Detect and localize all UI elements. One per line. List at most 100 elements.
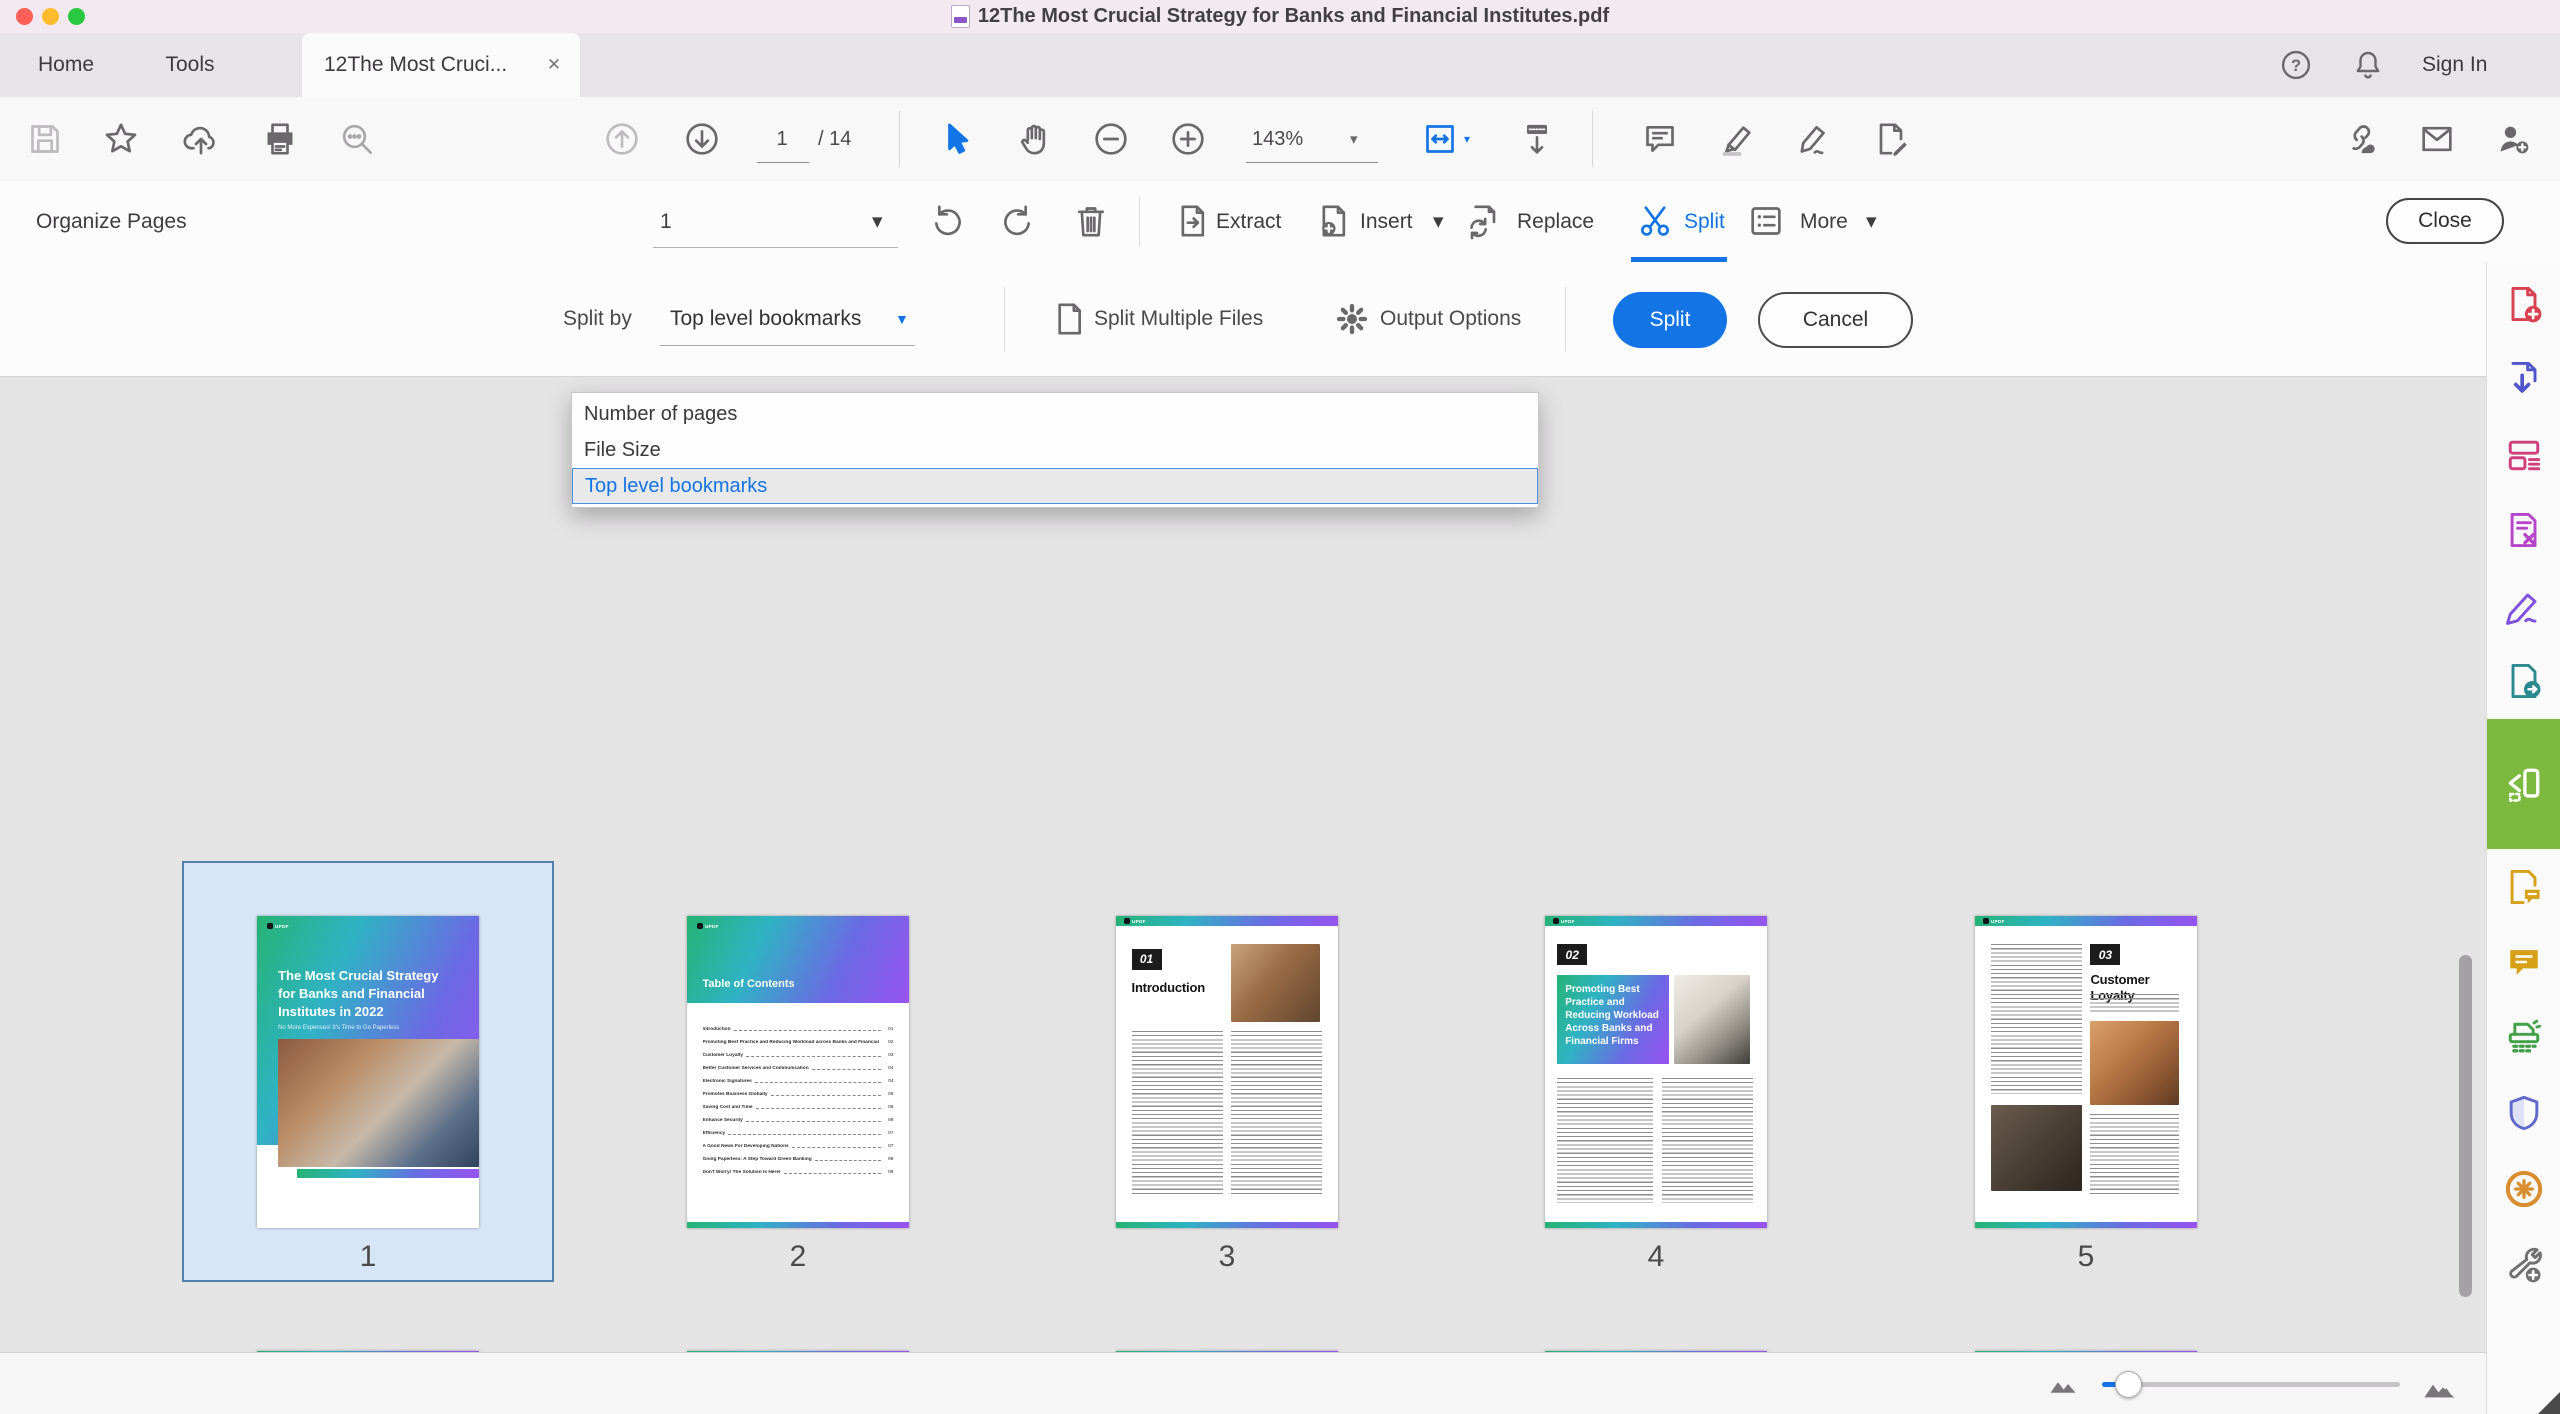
previous-page-icon[interactable] <box>602 119 642 159</box>
edit-page-icon[interactable] <box>1871 119 1911 159</box>
page-number-input[interactable]: 1 <box>762 97 802 181</box>
favorite-icon[interactable] <box>101 119 141 159</box>
help-icon[interactable]: ? <box>2278 47 2314 83</box>
insert-icon[interactable] <box>1313 201 1353 241</box>
extract-icon[interactable] <box>1172 201 1212 241</box>
protect-icon <box>2502 1091 2546 1135</box>
zoom-in-icon[interactable] <box>1168 119 1208 159</box>
zoom-caret-icon[interactable]: ▾ <box>1350 97 1358 181</box>
tab-home[interactable]: Home <box>24 33 108 97</box>
split-by-select-caret-icon[interactable]: ▼ <box>895 262 909 376</box>
split-by-select[interactable]: Top level bookmarks <box>670 262 861 376</box>
split-multiple-files-icon[interactable] <box>1048 299 1088 339</box>
split-tab[interactable]: Split <box>1684 181 1725 262</box>
sidebar-tool-share-pdf[interactable] <box>2487 644 2560 720</box>
hand-tool-icon[interactable] <box>1014 119 1054 159</box>
zoom-window-button[interactable] <box>68 8 85 25</box>
thumbnail-smaller-icon[interactable] <box>2048 1369 2078 1399</box>
comment-tool-icon[interactable] <box>1640 119 1680 159</box>
split-confirm-button[interactable]: Split <box>1613 292 1727 348</box>
cancel-button[interactable]: Cancel <box>1758 292 1913 348</box>
page-range-caret-icon[interactable]: ▾ <box>872 181 883 262</box>
split-tool-icon[interactable] <box>1635 201 1675 241</box>
fit-width-caret-icon[interactable]: ▾ <box>1464 97 1470 181</box>
dropdown-option[interactable]: Number of pages <box>572 396 1538 432</box>
email-icon[interactable] <box>2417 119 2457 159</box>
save-icon[interactable] <box>25 119 65 159</box>
sidebar-tool-comment[interactable] <box>2487 925 2560 1001</box>
tab-document[interactable]: 12The Most Cruci... ✕ <box>302 33 580 97</box>
sidebar-tool-protect[interactable] <box>2487 1076 2560 1152</box>
page-thumbnail-1[interactable]: UPDFThe Most Crucial Strategyfor Banks a… <box>257 916 479 1228</box>
rotate-left-icon[interactable] <box>928 201 968 241</box>
close-window-button[interactable] <box>16 8 33 25</box>
next-page-icon[interactable] <box>682 119 722 159</box>
page-thumbnail-3[interactable]: UPDF01Introduction <box>1116 916 1338 1228</box>
extract-button[interactable]: Extract <box>1216 181 1281 262</box>
dropdown-option[interactable]: Top level bookmarks <box>572 468 1538 504</box>
highlighter-icon[interactable] <box>1717 119 1757 159</box>
select-tool-icon[interactable] <box>937 119 977 159</box>
sidebar-tool-more-tools[interactable] <box>2487 1227 2560 1303</box>
sidebar-tool-automate[interactable] <box>2487 1151 2560 1227</box>
organize-separator <box>1139 196 1140 246</box>
sidebar-tool-pdf-tools[interactable] <box>2487 493 2560 569</box>
more-button[interactable]: More <box>1800 181 1848 262</box>
sidebar-tool-export-pdf[interactable] <box>2487 342 2560 418</box>
split-by-dropdown-menu: Number of pagesFile SizeTop level bookma… <box>571 392 1539 508</box>
thumbnail-larger-icon[interactable] <box>2418 1369 2462 1403</box>
output-options-button[interactable]: Output Options <box>1380 262 1521 376</box>
tab-close-icon[interactable]: ✕ <box>542 53 566 77</box>
page-thumbnail-2[interactable]: UPDFTable of ContentsIntroduction01Promo… <box>687 916 909 1228</box>
sign-in-button[interactable]: Sign In <box>2422 33 2487 97</box>
replace-icon[interactable] <box>1464 201 1504 241</box>
page-range-input[interactable]: 1 <box>660 181 672 262</box>
sidebar-tool-request-signature[interactable] <box>2487 849 2560 925</box>
close-organize-button[interactable]: Close <box>2386 198 2504 244</box>
page-number-label: 4 <box>1586 1240 1726 1274</box>
zoom-level-value[interactable]: 143% <box>1252 97 1303 181</box>
page-thumbnail-4[interactable]: UPDF02Promoting Best Practice and Reduci… <box>1545 916 1767 1228</box>
replace-button[interactable]: Replace <box>1517 181 1594 262</box>
tab-tools[interactable]: Tools <box>157 33 223 97</box>
page-thumbnail-5[interactable]: UPDF03Customer Loyalty <box>1975 916 2197 1228</box>
search-icon[interactable] <box>337 119 377 159</box>
notifications-icon[interactable] <box>2350 47 2386 83</box>
sidebar-tool-create-pdf[interactable] <box>2487 266 2560 342</box>
insert-caret-icon[interactable]: ▾ <box>1433 181 1444 262</box>
insert-button[interactable]: Insert <box>1360 181 1413 262</box>
sidebar-tool-organize-pages[interactable] <box>2487 719 2560 849</box>
thumbnail-size-slider-handle[interactable] <box>2115 1371 2142 1398</box>
resize-grip[interactable] <box>2538 1392 2560 1414</box>
more-caret-icon[interactable]: ▾ <box>1866 181 1877 262</box>
sidebar-tool-edit-pdf[interactable] <box>2487 417 2560 493</box>
page-scroll-mode-icon[interactable] <box>1517 119 1557 159</box>
edit-pdf-icon <box>2502 433 2546 477</box>
zoom-out-icon[interactable] <box>1091 119 1131 159</box>
fit-width-icon[interactable] <box>1420 119 1460 159</box>
delete-page-icon[interactable] <box>1071 201 1111 241</box>
more-icon[interactable] <box>1746 201 1786 241</box>
print-icon[interactable] <box>260 119 300 159</box>
page-number-underline <box>757 162 809 163</box>
split-by-underline <box>660 345 915 346</box>
sidebar-tool-fill-sign[interactable] <box>2487 568 2560 644</box>
rotate-right-icon[interactable] <box>997 201 1037 241</box>
dropdown-option[interactable]: File Size <box>572 432 1538 468</box>
automate-icon <box>2502 1167 2546 1211</box>
add-user-icon[interactable] <box>2493 119 2533 159</box>
thumbnail-size-slider-track[interactable] <box>2102 1382 2400 1387</box>
minimize-window-button[interactable] <box>42 8 59 25</box>
upload-cloud-icon[interactable] <box>181 119 221 159</box>
svg-text:?: ? <box>2291 57 2301 75</box>
zoom-underline <box>1246 162 1378 163</box>
split-multiple-files-button[interactable]: Split Multiple Files <box>1094 262 1263 376</box>
output-options-gear-icon[interactable] <box>1332 299 1372 339</box>
sidebar-tool-ocr-scan[interactable] <box>2487 1000 2560 1076</box>
signature-pen-icon[interactable] <box>1794 119 1834 159</box>
main-toolbar: 1 / 14 143% ▾ ▾ <box>0 97 2560 182</box>
vertical-scrollbar[interactable] <box>2459 955 2472 1297</box>
create-pdf-icon <box>2502 282 2546 326</box>
share-link-icon[interactable] <box>2340 119 2380 159</box>
updf-window: 12The Most Crucial Strategy for Banks an… <box>0 0 2560 1414</box>
